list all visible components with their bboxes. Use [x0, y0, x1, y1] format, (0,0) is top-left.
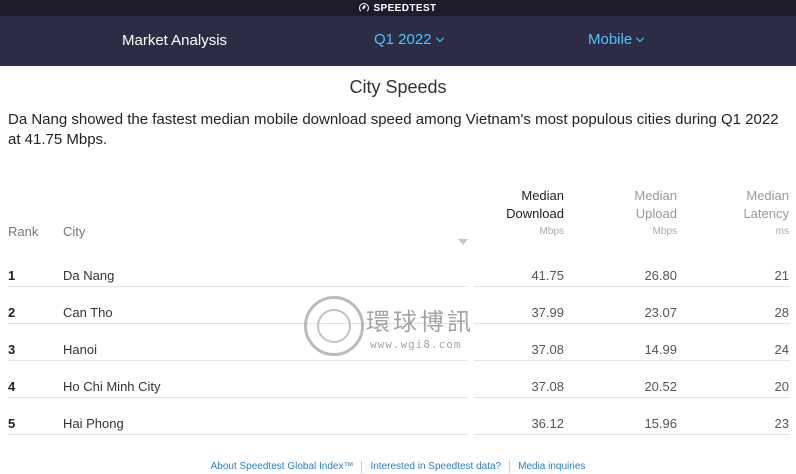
connection-type-dropdown[interactable]: Mobile [588, 31, 645, 48]
market-nav-bar: Market Analysis Q1 2022 Mobile [0, 16, 796, 66]
table-row: 1 Da Nang 41.75 26.80 21 [0, 258, 796, 295]
row-rank: 1 [8, 268, 16, 283]
row-rank: 4 [8, 379, 16, 394]
column-header-latency[interactable]: Median Latency ms [699, 187, 789, 239]
period-value: Q1 2022 [374, 31, 432, 48]
row-latency: 21 [774, 268, 789, 283]
upload-unit: Mbps [652, 226, 677, 237]
chevron-down-icon [435, 33, 444, 42]
table-row: 5 Hai Phong 36.12 15.96 23 [0, 406, 796, 443]
footer-links: About Speedtest Global Index™ Interested… [0, 461, 796, 473]
row-rank: 2 [8, 305, 16, 320]
row-divider [8, 360, 468, 361]
row-latency: 24 [774, 342, 789, 357]
column-header-download[interactable]: Median Download Mbps [474, 187, 564, 239]
row-divider [474, 397, 790, 398]
sort-descending-icon[interactable] [458, 239, 468, 245]
watermark-url: www.wgi8.com [370, 338, 462, 351]
connection-type-value: Mobile [588, 31, 633, 48]
footer-link-media[interactable]: Media inquiries [518, 461, 585, 473]
row-city: Ho Chi Minh City [63, 379, 161, 394]
period-dropdown[interactable]: Q1 2022 [374, 31, 444, 48]
row-rank: 3 [8, 342, 16, 357]
row-divider [8, 397, 468, 398]
row-divider [8, 286, 468, 287]
watermark-text: 環球博訊 [366, 308, 474, 336]
chevron-down-icon [635, 33, 645, 42]
footer-link-about[interactable]: About Speedtest Global Index™ [211, 461, 354, 473]
row-latency: 28 [774, 305, 789, 320]
column-header-rank[interactable]: Rank [8, 223, 38, 241]
table-row: 4 Ho Chi Minh City 37.08 20.52 20 [0, 369, 796, 406]
footer-divider [509, 461, 511, 473]
row-divider [8, 434, 468, 435]
watermark: 環球博訊 www.wgi8.com [304, 296, 504, 360]
latency-header-line1: Median [746, 188, 789, 203]
top-brand-bar: SPEEDTEST [0, 0, 796, 16]
speedtest-logo[interactable]: SPEEDTEST [359, 3, 436, 14]
row-divider [474, 323, 790, 324]
watermark-logo-icon [304, 296, 364, 356]
speedometer-icon [359, 3, 370, 13]
latency-header-line2: Latency [743, 206, 789, 221]
column-header-upload[interactable]: Median Upload Mbps [587, 187, 677, 239]
row-upload: 26.80 [644, 268, 677, 283]
section-title: City Speeds [349, 77, 447, 97]
row-upload: 23.07 [644, 305, 677, 320]
upload-header-line1: Median [634, 188, 677, 203]
footer-link-data[interactable]: Interested in Speedtest data? [370, 461, 501, 473]
row-rank: 5 [8, 416, 16, 431]
latency-unit: ms [775, 226, 789, 237]
row-divider [474, 286, 790, 287]
row-city: Da Nang [63, 268, 115, 283]
row-download: 41.75 [531, 268, 564, 283]
nav-title: Market Analysis [122, 32, 228, 49]
row-download: 36.12 [531, 416, 564, 431]
row-latency: 20 [774, 379, 789, 394]
upload-header-line2: Upload [635, 206, 677, 221]
row-city: Hanoi [63, 342, 97, 357]
download-unit: Mbps [539, 226, 564, 237]
row-divider [474, 434, 790, 435]
column-header-city[interactable]: City [63, 223, 85, 241]
row-latency: 23 [774, 416, 789, 431]
section-summary: Da Nang showed the fastest median mobile… [8, 111, 779, 148]
row-download: 37.08 [531, 379, 564, 394]
row-upload: 15.96 [644, 416, 677, 431]
row-city: Hai Phong [63, 416, 124, 431]
table-header: Rank City Median Download Mbps Median Up… [0, 186, 796, 246]
download-header-line1: Median [521, 188, 564, 203]
row-divider [474, 360, 790, 361]
download-header-line2: Download [506, 206, 564, 221]
footer-divider [361, 461, 363, 473]
row-city: Can Tho [63, 305, 113, 320]
row-upload: 14.99 [644, 342, 677, 357]
row-upload: 20.52 [644, 379, 677, 394]
brand-name: SPEEDTEST [373, 2, 437, 14]
